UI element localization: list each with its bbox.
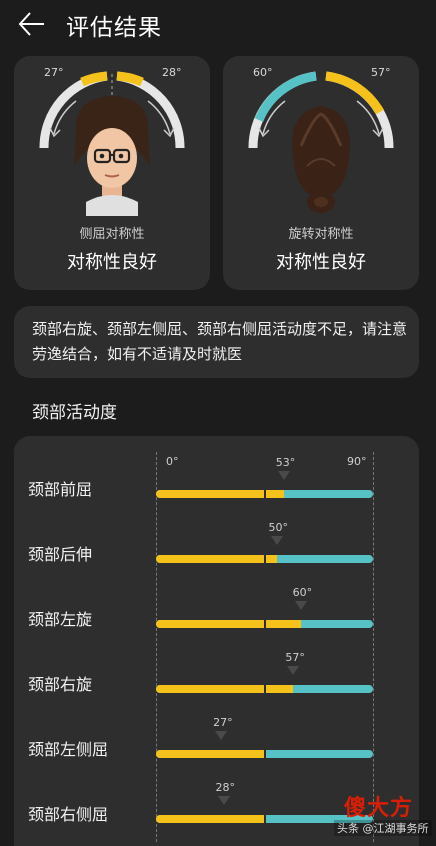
rom-value-label: 57°	[285, 651, 305, 664]
rotation-symmetry-card: 60° 57° 旋转对称性 对称性良好	[223, 56, 419, 290]
rom-bar-divider	[263, 685, 266, 693]
rom-bar-track	[156, 555, 373, 563]
advice-card: 颈部右旋、颈部左侧屈、颈部右侧屈活动度不足，请注意劳逸结合，如有不适请及时就医	[14, 306, 419, 378]
rom-row-label: 颈部前屈	[28, 480, 93, 499]
left-lateral-degree: 27°	[44, 66, 64, 79]
rotation-symmetry-label: 旋转对称性	[288, 227, 354, 242]
rom-bar-track	[156, 750, 373, 758]
rom-row-label: 颈部左旋	[28, 610, 93, 629]
rom-value-label: 27°	[213, 716, 233, 729]
rom-row: 颈部左侧屈 27°	[14, 716, 419, 776]
rom-value-label: 28°	[215, 781, 236, 794]
rom-row: 颈部后伸 50°	[14, 521, 419, 581]
back-arrow-icon[interactable]	[16, 10, 48, 38]
rom-value-marker	[277, 471, 290, 480]
watermark-logo: 傻大方	[344, 796, 414, 821]
rom-bar-track	[156, 685, 373, 693]
rom-bar-fill	[156, 815, 265, 823]
rom-value-marker	[270, 536, 283, 545]
rom-bar-divider	[263, 555, 266, 563]
rotation-symmetry-result: 对称性良好	[276, 252, 366, 273]
rom-bar-fill	[156, 750, 265, 758]
rom-row-label: 颈部左侧屈	[28, 740, 109, 759]
rom-row: 颈部左旋 60°	[14, 586, 419, 646]
rom-bar-fill	[156, 685, 294, 693]
rom-value-marker	[294, 601, 307, 610]
rom-bar-track	[156, 490, 373, 498]
page-title: 评估结果	[66, 15, 162, 41]
rom-bar-divider	[263, 815, 266, 823]
rom-value-marker	[215, 731, 228, 740]
watermark-source: 头条 @江湖事务所	[334, 820, 432, 836]
advice-text: 颈部右旋、颈部左侧屈、颈部右侧屈活动度不足，请注意劳逸结合，如有不适请及时就医	[32, 320, 408, 363]
avatar-front-image	[74, 96, 150, 216]
rom-bar-divider	[263, 490, 266, 498]
rom-row-label: 颈部后伸	[28, 545, 93, 564]
rom-value-label: 53°	[275, 456, 296, 469]
rom-row-label: 颈部右旋	[28, 675, 93, 694]
lateral-symmetry-card: 27° 28° 侧屈对称性 对称性良好	[14, 56, 210, 290]
rom-section-title: 颈部活动度	[32, 403, 117, 423]
lateral-symmetry-gauge	[39, 71, 185, 216]
avatar-back-image	[292, 106, 350, 213]
rom-value-label: 50°	[268, 521, 289, 534]
rom-bar-divider	[263, 620, 266, 628]
rom-row: 颈部右旋 57°	[14, 651, 419, 711]
right-lateral-degree: 28°	[162, 66, 182, 79]
rom-bar-divider	[263, 750, 266, 758]
rom-bar-fill	[156, 555, 277, 563]
lateral-symmetry-result: 对称性良好	[67, 252, 157, 273]
rom-row-label: 颈部右侧屈	[28, 805, 109, 824]
rom-value-marker	[217, 796, 230, 805]
left-rotation-degree: 60°	[253, 66, 273, 79]
right-rotation-degree: 57°	[371, 66, 391, 79]
rom-value-marker	[287, 666, 300, 675]
rotation-symmetry-gauge	[248, 71, 394, 213]
rom-card: 0° 90° 颈部前屈 53° 颈部后伸 50° 颈部左旋 60° 颈部右旋 57° 颈部左侧屈…	[14, 436, 419, 846]
lateral-symmetry-label: 侧屈对称性	[79, 227, 145, 242]
rom-bar-fill	[156, 620, 301, 628]
rom-value-label: 60°	[292, 586, 313, 599]
app-header: 评估结果	[0, 0, 436, 50]
rom-row: 颈部前屈 53°	[14, 456, 419, 516]
rom-bar-track	[156, 620, 373, 628]
